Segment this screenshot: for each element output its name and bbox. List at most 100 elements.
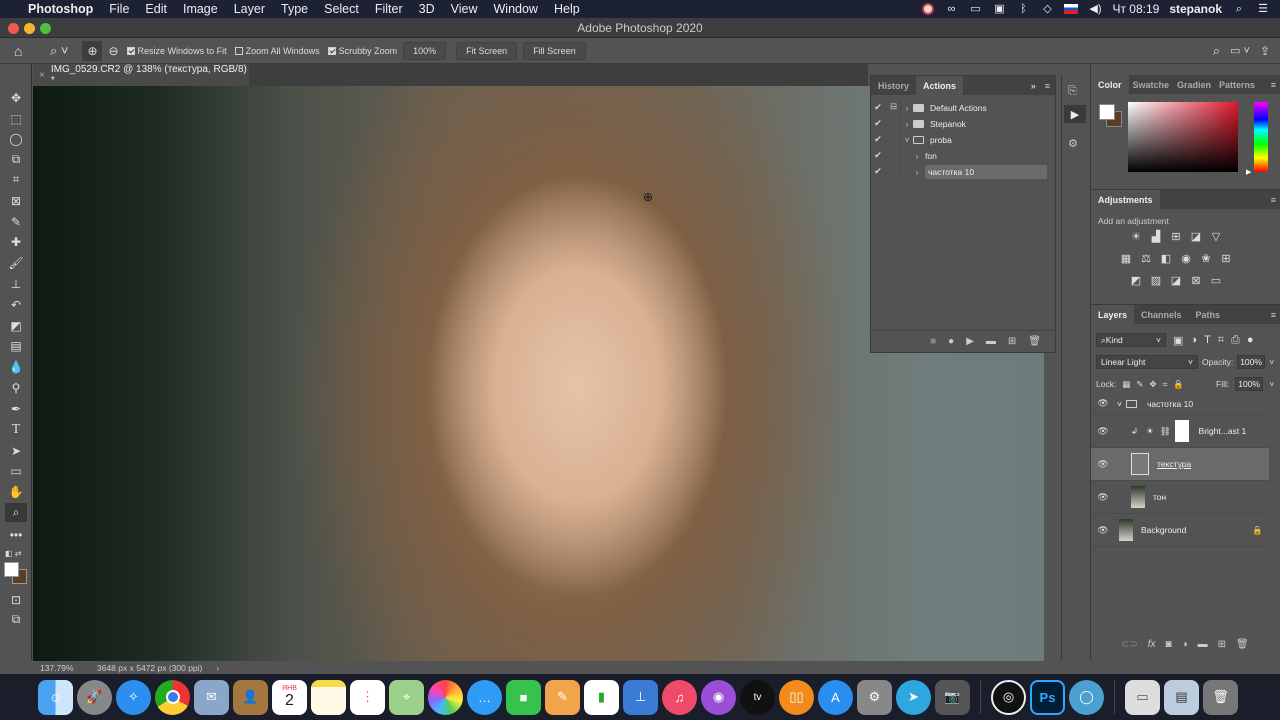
obs-icon[interactable] [922,3,935,15]
menu-select[interactable]: Select [316,2,367,16]
menu-edit[interactable]: Edit [137,2,175,16]
color-lookup-icon[interactable]: ⊞ [1219,252,1233,265]
stop-icon[interactable]: ■ [930,336,936,347]
eyedropper-tool-icon[interactable]: ✎ [5,212,27,231]
chevron-right-icon[interactable]: › [901,103,913,113]
layer-mask-thumbnail[interactable] [1174,420,1189,442]
tab-color[interactable]: Color [1091,75,1129,94]
zoom-100-button[interactable]: 100% [403,41,447,60]
lock-transparent-icon[interactable]: ▦ [1122,379,1130,390]
share-icon[interactable]: ⇪ [1260,44,1270,58]
fit-screen-button[interactable]: Fit Screen [456,41,518,60]
zoom-out-icon[interactable]: ⊖ [108,44,118,58]
object-selection-tool-icon[interactable]: ⧉ [5,150,27,169]
menu-image[interactable]: Image [175,2,226,16]
layer-row[interactable]: 👁 Background 🔒 [1091,514,1269,547]
foreground-color-swatch[interactable] [4,562,19,577]
menu-app-name[interactable]: Photoshop [20,2,101,16]
screen-mode-icon[interactable]: ⧉ [5,610,27,629]
visibility-eye-icon[interactable]: 👁 [1091,492,1115,503]
volume-icon[interactable]: ◀) [1088,3,1102,15]
tab-paths[interactable]: Paths [1189,305,1228,324]
dialog-toggle-icon[interactable] [887,133,901,146]
dock-obs-icon[interactable]: ◎ [991,679,1026,715]
dock-finder-icon[interactable]: ☺ [38,679,73,715]
workspace-switcher-icon[interactable]: ▭ ˅ [1230,44,1250,57]
brush-tool-icon[interactable]: 🖌 [5,253,27,272]
toggle-check-icon[interactable]: ✔ [871,150,885,161]
chevron-down-icon[interactable]: ˅ [1269,379,1274,389]
collapse-panel-icon[interactable]: » [1027,76,1040,95]
action-row[interactable]: ✔ › Stepanok [871,116,1047,131]
blur-tool-icon[interactable]: 💧 [5,357,27,376]
history-brush-tool-icon[interactable]: ↶ [5,295,27,314]
resize-windows-checkbox[interactable]: Resize Windows to Fit [126,46,227,56]
dock-books-icon[interactable]: ▯▯ [779,679,814,715]
dock-maps-icon[interactable]: ⌖ [389,679,424,715]
crop-tool-icon[interactable]: ⌗ [5,170,27,189]
notification-center-icon[interactable]: ☰ [1256,3,1270,15]
layer-style-fx-icon[interactable]: fx [1148,639,1156,650]
panel-menu-icon[interactable]: ≡ [1266,75,1280,94]
home-icon[interactable]: ⌂ [14,43,32,59]
tab-channels[interactable]: Channels [1134,305,1189,324]
panel-menu-icon[interactable]: ≡ [1040,76,1055,95]
dialog-toggle-icon[interactable] [887,117,901,130]
chevron-down-icon[interactable]: ˅ [1117,399,1122,409]
status-menu-arrow[interactable]: › [216,663,219,673]
gradient-map-icon[interactable]: ▭ [1209,274,1223,287]
menu-file[interactable]: File [101,2,137,16]
screen-share-icon[interactable]: ▣ [992,3,1006,15]
visibility-eye-icon[interactable]: 👁 [1091,426,1115,437]
chevron-right-icon[interactable]: › [911,167,923,177]
vibrance-icon[interactable]: ▽ [1209,230,1223,243]
dock-photos-icon[interactable] [428,679,463,715]
close-tab-icon[interactable]: × [39,70,45,81]
keyboard-layout-ru-icon[interactable] [1064,4,1079,14]
chevron-right-icon[interactable]: › [911,151,923,161]
menu-view[interactable]: View [443,2,486,16]
tab-layers[interactable]: Layers [1091,305,1135,324]
dock-image-capture-icon[interactable]: 📷 [935,679,970,715]
delete-icon[interactable]: 🗑 [1028,336,1041,347]
mask-link-icon[interactable]: ⛓ [1160,426,1171,437]
photo-filter-icon[interactable]: ◉ [1179,252,1193,265]
marquee-tool-icon[interactable]: ⬚ [5,109,27,128]
menu-window[interactable]: Window [486,2,546,16]
dock-notes-icon[interactable] [311,679,346,715]
chevron-down-icon[interactable]: ˅ [1269,357,1274,367]
blend-mode-dropdown[interactable]: Linear Light ˅ [1096,355,1198,369]
bluetooth-icon[interactable]: ᛒ [1016,3,1030,15]
dock-trash-icon[interactable]: 🗑 [1203,679,1238,715]
frame-tool-icon[interactable]: ⊠ [5,191,27,210]
spotlight-search-icon[interactable]: ⌕ [1232,3,1246,15]
action-row[interactable]: ✔ › fon [871,148,1047,163]
visibility-eye-icon[interactable]: 👁 [1091,525,1115,536]
color-field[interactable] [1128,102,1238,172]
exposure-icon[interactable]: ◪ [1189,230,1203,243]
lock-all-icon[interactable]: 🔒 [1173,379,1184,390]
layer-row-selected[interactable]: 👁 текстура [1091,448,1269,481]
lock-position-icon[interactable]: ✥ [1149,379,1156,390]
hue-slider-handle-icon[interactable]: ▶ [1246,168,1251,176]
dock-reminders-icon[interactable]: ⋮ [350,679,385,715]
dock-preview-icon[interactable]: ▤ [1164,679,1199,715]
filter-smart-object-icon[interactable]: ⎙ [1231,334,1240,347]
link-layers-icon[interactable]: ⊂⊃ [1121,639,1138,650]
search-icon[interactable]: ⌕ [1213,43,1220,59]
eraser-tool-icon[interactable]: ◩ [5,316,27,335]
brightness-contrast-icon[interactable]: ☀ [1129,230,1143,243]
toggle-check-icon[interactable]: ✔ [871,166,885,177]
zoom-all-windows-checkbox[interactable]: Zoom All Windows [234,46,320,56]
filter-adjustment-icon[interactable]: ◑ [1190,334,1197,346]
posterize-icon[interactable]: ▨ [1149,274,1163,287]
dock-downloads-icon[interactable]: ▭ [1125,679,1160,715]
dock-mail-icon[interactable]: ✉ [194,679,229,715]
new-set-folder-icon[interactable]: ▬ [986,336,996,347]
tab-actions[interactable]: Actions [916,76,964,95]
foreground-color-swatch[interactable] [1099,104,1115,120]
toggle-check-icon[interactable]: ✔ [871,102,885,113]
chevron-right-icon[interactable]: › [901,119,913,129]
delete-layer-icon[interactable]: 🗑 [1236,639,1249,650]
panel-menu-icon[interactable]: ≡ [1266,305,1280,324]
